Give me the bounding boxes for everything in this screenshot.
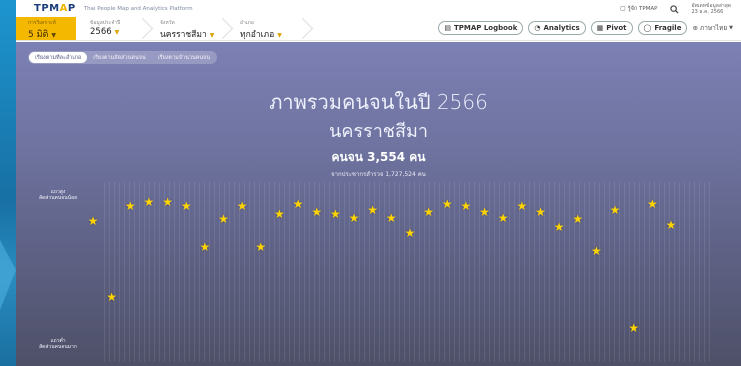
background-shape	[0, 240, 16, 310]
district-star[interactable]: ★	[124, 200, 136, 212]
pivot-button[interactable]: ▦ Pivot	[590, 21, 633, 35]
table-icon: ▦	[596, 24, 604, 32]
overview-title: ภาพรวมคนจนในปี 2566	[269, 90, 488, 114]
fragile-label: Fragile	[654, 24, 682, 32]
district-star[interactable]: ★	[423, 206, 435, 218]
overview-panel: เรียงตามทีละอำเภอ เรียงตามสัดส่วนคนจน เร…	[16, 42, 741, 366]
poor-count: คนจน 3,554 คน	[331, 150, 426, 164]
chevron-down-icon: ▼	[114, 29, 120, 36]
left-background-strip	[0, 0, 16, 366]
axis-top-label-line2: สัดส่วนคนจนน้อย	[38, 195, 78, 201]
district-star[interactable]: ★	[553, 221, 565, 233]
district-star[interactable]: ★	[404, 227, 416, 239]
circle-icon: ◯	[643, 24, 652, 32]
chart-icon: ◔	[534, 24, 541, 32]
district-star[interactable]: ★	[329, 208, 341, 220]
column-grid	[104, 182, 714, 362]
globe-icon: ⊕	[692, 24, 698, 32]
district-star[interactable]: ★	[516, 200, 528, 212]
chevron-down-icon: ▼	[729, 25, 733, 31]
district-star[interactable]: ★	[609, 204, 621, 216]
last-update: อัพเดทข้อมูลล่าสุด 23 ธ.ค. 2566	[691, 3, 731, 15]
search-icon	[670, 4, 679, 14]
district-star[interactable]: ★	[479, 206, 491, 218]
district-star[interactable]: ★	[348, 212, 360, 224]
year-select[interactable]: ข้อมูลประจำปี 2566 ▼	[76, 17, 146, 40]
language-select[interactable]: ⊕ ภาษาไทย ▼	[692, 23, 733, 33]
district-star[interactable]: ★	[367, 204, 379, 216]
app-window: TPMAP Thai People Map and Analytics Plat…	[16, 0, 741, 366]
last-update-date: 23 ธ.ค. 2566	[691, 9, 724, 15]
axis-top-label: แถวสูง สัดส่วนคนจนน้อย	[28, 189, 88, 201]
brand-bar: TPMAP Thai People Map and Analytics Plat…	[16, 0, 741, 17]
district-star[interactable]: ★	[628, 322, 640, 334]
district-star[interactable]: ★	[106, 291, 118, 303]
district-star[interactable]: ★	[460, 200, 472, 212]
logbook-button[interactable]: ▤ TPMAP Logbook	[438, 21, 524, 35]
district-star[interactable]: ★	[646, 198, 658, 210]
district-star[interactable]: ★	[590, 245, 602, 257]
population-count: จากประชากรสำรวจ 1,727,524 คน	[331, 171, 426, 178]
analytics-label: Analytics	[543, 24, 580, 32]
tab-sort-by-district[interactable]: เรียงตามทีละอำเภอ	[29, 52, 88, 63]
analysis-type-label: การวิเคราะห์	[28, 20, 56, 26]
book-icon: ▤	[444, 24, 451, 32]
tagline: Thai People Map and Analytics Platform	[83, 5, 193, 12]
sort-tabs: เรียงตามทีละอำเภอ เรียงตามสัดส่วนคนจน เร…	[28, 51, 218, 64]
district-star[interactable]: ★	[236, 200, 248, 212]
search-button[interactable]	[667, 2, 681, 16]
filter-bar: การวิเคราะห์ 5 มิติ ▼ ข้อมูลประจำปี 2566 ▼…	[16, 17, 741, 41]
tpmap-logo[interactable]: TPMAP	[34, 3, 76, 14]
brand-right: ▢ รู้จัก TPMAP อัพเดทข้อมูลล่าสุด 23 ธ.ค…	[620, 2, 731, 16]
year-label: ข้อมูลประจำปี	[90, 20, 121, 26]
axis-bottom-label: แถวต่ำ สัดส่วนคนจนมาก	[28, 338, 88, 350]
logo-text-main: TPM	[34, 3, 60, 14]
district-star[interactable]: ★	[87, 215, 99, 227]
district-star[interactable]: ★	[311, 206, 323, 218]
about-link-label: รู้จัก TPMAP	[627, 6, 658, 12]
district-star[interactable]: ★	[143, 196, 155, 208]
about-icon: ▢	[620, 5, 628, 12]
fragile-button[interactable]: ◯ Fragile	[637, 21, 688, 35]
logo-text-a: A	[59, 3, 68, 14]
province-value: นครราชสีมา	[160, 30, 207, 40]
district-star[interactable]: ★	[441, 198, 453, 210]
chevron-down-icon: ▼	[51, 32, 56, 39]
analytics-button[interactable]: ◔ Analytics	[528, 21, 586, 35]
tab-sort-by-poor-ratio[interactable]: เรียงตามสัดส่วนคนจน	[87, 52, 152, 63]
district-select[interactable]: อำเภอ ทุกอำเภอ ▼	[226, 17, 306, 40]
district-star[interactable]: ★	[665, 219, 677, 231]
district-label: อำเภอ	[240, 20, 254, 26]
district-star[interactable]: ★	[218, 213, 230, 225]
district-star[interactable]: ★	[273, 208, 285, 220]
district-value: ทุกอำเภอ	[240, 30, 275, 40]
language-label: ภาษาไทย	[699, 24, 728, 32]
about-link[interactable]: ▢ รู้จัก TPMAP	[620, 5, 657, 13]
chevron-down-icon: ▼	[277, 32, 282, 39]
district-star[interactable]: ★	[162, 196, 174, 208]
district-star[interactable]: ★	[497, 212, 509, 224]
logbook-label: TPMAP Logbook	[453, 24, 518, 32]
logo-text-tail: P	[67, 3, 76, 14]
pivot-label: Pivot	[606, 24, 627, 32]
axis-bottom-label-line2: สัดส่วนคนจนมาก	[39, 344, 77, 350]
district-star[interactable]: ★	[255, 241, 267, 253]
district-star[interactable]: ★	[292, 198, 304, 210]
year-value: 2566	[90, 27, 112, 37]
district-star[interactable]: ★	[180, 200, 192, 212]
province-title: นครราชสีมา	[329, 121, 428, 142]
toolbar: ▤ TPMAP Logbook ◔ Analytics ▦ Pivot ◯ Fragil…	[438, 21, 733, 35]
province-label: จังหวัด	[160, 20, 175, 26]
analysis-type-select[interactable]: การวิเคราะห์ 5 มิติ ▼	[16, 17, 76, 40]
district-star[interactable]: ★	[199, 241, 211, 253]
analysis-type-value: 5 มิติ	[28, 30, 49, 40]
province-select[interactable]: จังหวัด นครราชสีมา ▼	[146, 17, 226, 40]
district-star[interactable]: ★	[572, 213, 584, 225]
chevron-down-icon: ▼	[209, 32, 215, 39]
district-star[interactable]: ★	[534, 206, 546, 218]
tab-sort-by-poor-count[interactable]: เรียงตามจำนวนคนจน	[152, 52, 216, 63]
district-star[interactable]: ★	[385, 212, 397, 224]
